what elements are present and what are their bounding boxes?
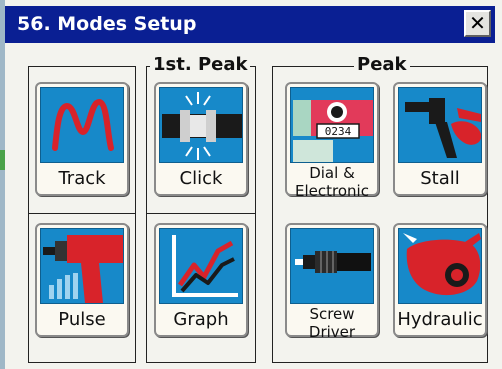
click-mode-button[interactable]: Click (154, 82, 248, 196)
track-mode-button[interactable]: Track (35, 82, 129, 196)
dialog-title: 56. Modes Setup (17, 13, 197, 35)
track-wave-icon (40, 87, 124, 163)
dial-label-line2: Electronic (295, 182, 369, 200)
dial-readout: 0234 (325, 125, 352, 138)
track-label: Track (58, 168, 106, 189)
hydraulic-mode-button[interactable]: Hydraulic (393, 223, 487, 337)
hydraulic-label: Hydraulic (397, 309, 483, 330)
peak-group-label: Peak (354, 55, 410, 75)
stall-label: Stall (420, 168, 460, 189)
dial-electronic-mode-button[interactable]: 0234 Dial & Electronic (285, 82, 379, 200)
click-label: Click (179, 168, 223, 189)
graph-mode-button[interactable]: Graph (154, 223, 248, 337)
first-peak-group-label: 1st. Peak (150, 55, 251, 75)
dial-wrench-icon: 0234 (290, 87, 374, 163)
dial-label-line1: Dial & (309, 164, 355, 182)
screwdriver-label: Screw Driver (287, 305, 377, 341)
pulse-tool-icon (40, 228, 124, 304)
pulse-label: Pulse (58, 309, 106, 330)
pulse-mode-button[interactable]: Pulse (35, 223, 129, 337)
screwdriver-mode-button[interactable]: Screw Driver (285, 223, 379, 341)
dial-electronic-label: Dial & Electronic (287, 164, 377, 200)
screwdriver-label-line1: Screw (309, 305, 355, 323)
hydraulic-tool-icon (398, 228, 482, 304)
screwdriver-icon (290, 228, 374, 304)
graph-label: Graph (173, 309, 229, 330)
stall-tool-icon (398, 87, 482, 163)
screwdriver-label-line2: Driver (308, 323, 356, 341)
close-button[interactable]: ✕ (464, 10, 491, 37)
graph-icon (159, 228, 243, 304)
title-bar[interactable]: 56. Modes Setup ✕ (5, 6, 495, 43)
stall-mode-button[interactable]: Stall (393, 82, 487, 196)
click-clutch-icon (159, 87, 243, 163)
